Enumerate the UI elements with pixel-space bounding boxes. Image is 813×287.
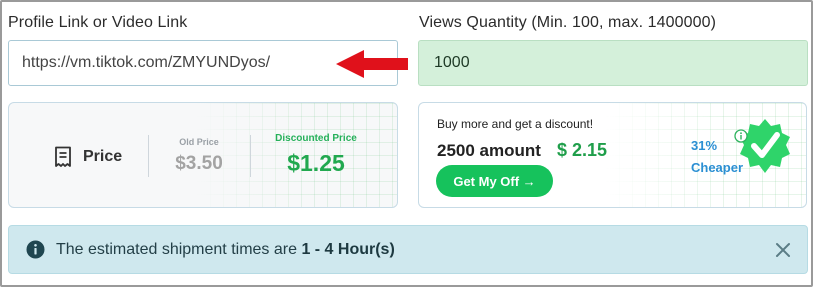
receipt-icon (55, 146, 71, 167)
window-frame: Profile Link or Video Link Views Quantit… (0, 0, 813, 287)
old-price-label: Old Price (179, 137, 219, 147)
divider (148, 135, 149, 177)
bulk-discount-card: Buy more and get a discount! 2500 amount… (418, 102, 807, 208)
discounted-price-value: $1.25 (287, 150, 345, 176)
quantity-field-label: Views Quantity (Min. 100, max. 1400000) (419, 14, 717, 31)
promo-text: Buy more and get a discount! (437, 117, 594, 131)
price-card: Price Old Price $3.50 Discounted Price $… (8, 102, 398, 208)
close-icon[interactable] (774, 241, 792, 259)
alert-message-duration: 1 - 4 Hour(s) (301, 241, 395, 258)
price-label: Price (83, 148, 123, 165)
link-field-label: Profile Link or Video Link (8, 14, 188, 31)
discounted-price-label: Discounted Price (275, 133, 357, 144)
get-my-off-button[interactable]: Get My Off → (436, 165, 553, 197)
alert-message: The estimated shipment times are 1 - 4 H… (56, 241, 395, 259)
bulk-price: $ 2.15 (557, 140, 608, 160)
views-quantity-input[interactable] (418, 40, 808, 86)
cheaper-label: Cheaper (691, 160, 744, 175)
alert-message-prefix: The estimated shipment times are (56, 241, 302, 258)
verified-badge-icon (740, 119, 790, 173)
discount-percent: 31% (691, 138, 718, 153)
red-arrow-icon (336, 50, 408, 78)
info-icon (26, 240, 45, 259)
bulk-amount: 2500 amount (437, 141, 541, 160)
old-price-value: $3.50 (175, 153, 223, 174)
info-icon[interactable] (734, 129, 748, 143)
divider (250, 135, 251, 177)
shipment-time-alert: The estimated shipment times are 1 - 4 H… (8, 225, 808, 274)
